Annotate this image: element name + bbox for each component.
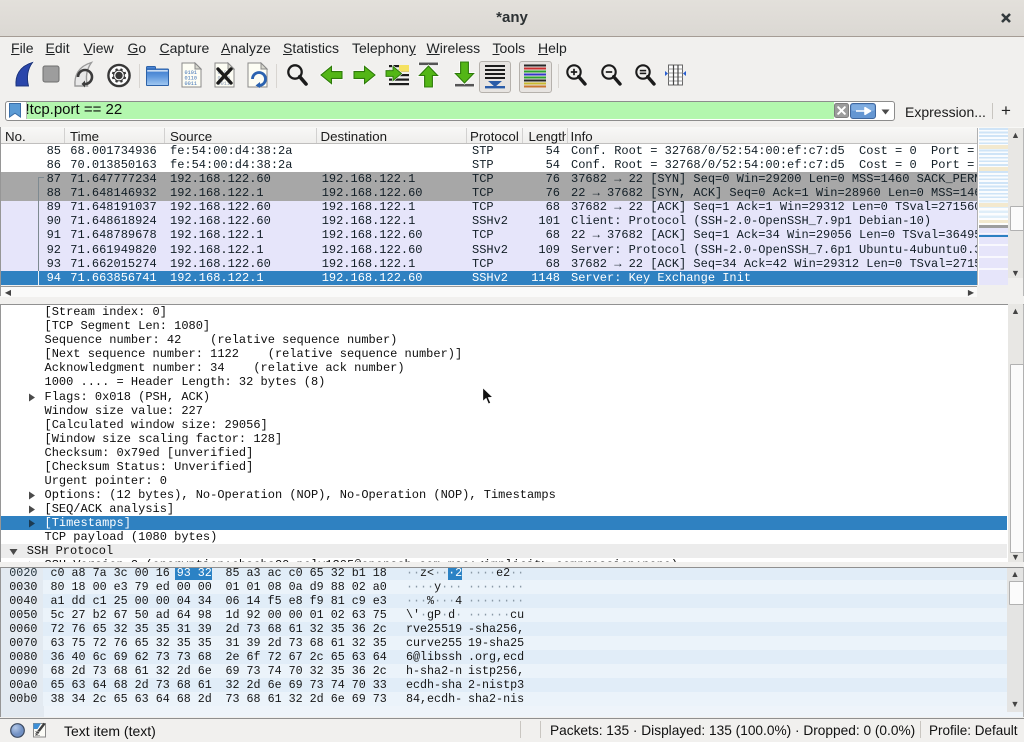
- svg-text:0011: 0011: [185, 81, 197, 87]
